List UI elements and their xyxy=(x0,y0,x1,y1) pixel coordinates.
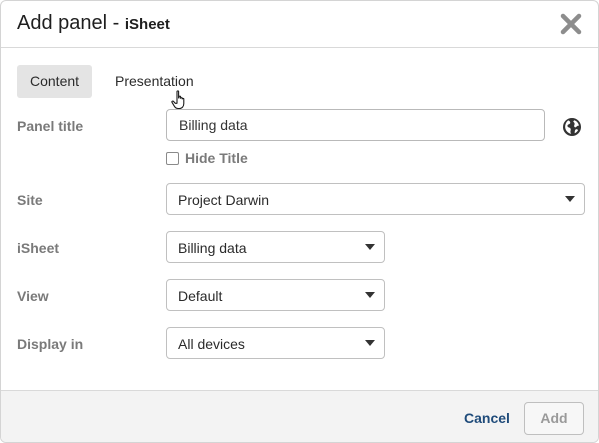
tab-presentation[interactable]: Presentation xyxy=(102,65,207,98)
display-in-select[interactable]: All devices xyxy=(166,327,385,359)
view-select-value: Default xyxy=(178,288,223,304)
globe-icon[interactable] xyxy=(562,117,582,137)
site-select-value: Project Darwin xyxy=(178,192,270,208)
dialog-header: Add panel - iSheet xyxy=(1,1,598,48)
display-in-select-value: All devices xyxy=(178,336,245,352)
cancel-button[interactable]: Cancel xyxy=(464,410,510,426)
hide-title-label: Hide Title xyxy=(185,150,248,166)
isheet-label: iSheet xyxy=(17,240,60,256)
dialog-title: Add panel - iSheet xyxy=(17,12,170,35)
view-label: View xyxy=(17,288,49,304)
add-panel-dialog: Add panel - iSheet Content Presentation … xyxy=(0,0,599,443)
close-icon[interactable] xyxy=(559,12,583,36)
isheet-select[interactable]: Billing data xyxy=(166,231,385,263)
chevron-down-icon xyxy=(365,292,375,298)
dialog-title-main: Add panel xyxy=(17,12,108,34)
hide-title-checkbox[interactable] xyxy=(166,151,179,165)
panel-title-input[interactable] xyxy=(166,109,545,141)
chevron-down-icon xyxy=(365,340,375,346)
dialog-title-separator: - xyxy=(107,12,125,34)
tab-content[interactable]: Content xyxy=(17,65,92,98)
chevron-down-icon xyxy=(565,196,575,202)
hand-pointer-icon xyxy=(171,90,185,110)
dialog-footer: Cancel Add xyxy=(1,390,598,442)
dialog-subtitle: iSheet xyxy=(124,16,170,33)
view-select[interactable]: Default xyxy=(166,279,385,311)
chevron-down-icon xyxy=(365,244,375,250)
site-select[interactable]: Project Darwin xyxy=(166,183,585,215)
display-in-label: Display in xyxy=(17,336,84,352)
add-button[interactable]: Add xyxy=(524,402,584,435)
hide-title-checkbox-row[interactable]: Hide Title xyxy=(166,150,248,166)
isheet-select-value: Billing data xyxy=(178,240,247,256)
site-label: Site xyxy=(17,192,43,208)
panel-title-label: Panel title xyxy=(17,118,84,134)
